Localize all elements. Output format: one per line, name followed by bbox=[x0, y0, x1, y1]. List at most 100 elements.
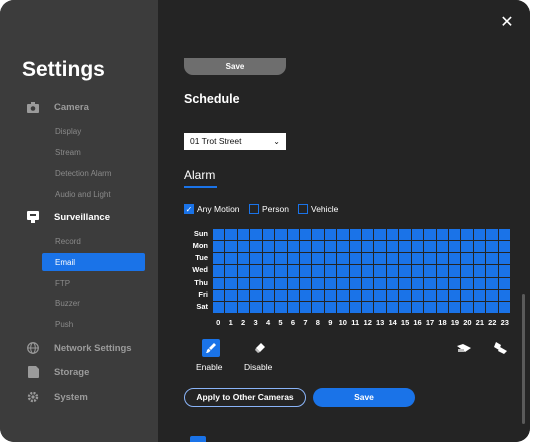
schedule-cell[interactable] bbox=[436, 277, 448, 289]
schedule-cell[interactable] bbox=[362, 277, 374, 289]
schedule-cell[interactable] bbox=[250, 301, 262, 313]
schedule-cell[interactable] bbox=[374, 265, 386, 277]
schedule-cell[interactable] bbox=[237, 277, 250, 289]
schedule-cell[interactable] bbox=[424, 253, 436, 265]
schedule-cell[interactable] bbox=[225, 265, 237, 277]
schedule-cell[interactable] bbox=[436, 265, 448, 277]
schedule-cell[interactable] bbox=[399, 301, 411, 313]
schedule-cell[interactable] bbox=[250, 229, 262, 241]
schedule-cell[interactable] bbox=[436, 241, 448, 253]
schedule-cell[interactable] bbox=[287, 253, 299, 265]
schedule-cell[interactable] bbox=[486, 241, 498, 253]
schedule-cell[interactable] bbox=[362, 265, 374, 277]
schedule-cell[interactable] bbox=[448, 241, 461, 253]
schedule-cell[interactable] bbox=[386, 253, 399, 265]
schedule-cell[interactable] bbox=[324, 301, 337, 313]
schedule-cell[interactable] bbox=[498, 301, 510, 313]
schedule-cell[interactable] bbox=[225, 289, 237, 301]
schedule-cell[interactable] bbox=[473, 289, 486, 301]
schedule-cell[interactable] bbox=[461, 229, 473, 241]
schedule-cell[interactable] bbox=[337, 265, 349, 277]
schedule-cell[interactable] bbox=[275, 301, 287, 313]
sidebar-section-surveillance[interactable]: Surveillance bbox=[0, 206, 158, 228]
schedule-cell[interactable] bbox=[424, 277, 436, 289]
schedule-cell[interactable] bbox=[498, 253, 510, 265]
schedule-cell[interactable] bbox=[374, 289, 386, 301]
schedule-cell[interactable] bbox=[386, 301, 399, 313]
schedule-cell[interactable] bbox=[275, 241, 287, 253]
schedule-cell[interactable] bbox=[386, 229, 399, 241]
schedule-cell[interactable] bbox=[337, 301, 349, 313]
schedule-cell[interactable] bbox=[237, 289, 250, 301]
schedule-cell[interactable] bbox=[349, 277, 361, 289]
sidebar-section-network-settings[interactable]: Network Settings bbox=[0, 337, 158, 359]
schedule-cell[interactable] bbox=[237, 241, 250, 253]
schedule-cell[interactable] bbox=[324, 241, 337, 253]
sidebar-section-storage[interactable]: Storage bbox=[0, 361, 158, 383]
schedule-cell[interactable] bbox=[399, 265, 411, 277]
schedule-cell[interactable] bbox=[374, 301, 386, 313]
schedule-cell[interactable] bbox=[436, 229, 448, 241]
schedule-cell[interactable] bbox=[287, 265, 299, 277]
schedule-cell[interactable] bbox=[362, 229, 374, 241]
sidebar-item-ftp[interactable]: FTP bbox=[55, 275, 70, 291]
schedule-cell[interactable] bbox=[448, 289, 461, 301]
sidebar-item-record[interactable]: Record bbox=[55, 233, 81, 249]
sidebar-section-system[interactable]: System bbox=[0, 386, 158, 408]
schedule-cell[interactable] bbox=[225, 229, 237, 241]
schedule-cell[interactable] bbox=[473, 241, 486, 253]
schedule-cell[interactable] bbox=[337, 289, 349, 301]
schedule-cell[interactable] bbox=[424, 265, 436, 277]
schedule-cell[interactable] bbox=[461, 241, 473, 253]
schedule-cell[interactable] bbox=[473, 229, 486, 241]
schedule-cell[interactable] bbox=[275, 229, 287, 241]
schedule-cell[interactable] bbox=[424, 229, 436, 241]
schedule-cell[interactable] bbox=[287, 241, 299, 253]
schedule-cell[interactable] bbox=[262, 253, 275, 265]
schedule-cell[interactable] bbox=[386, 277, 399, 289]
schedule-cell[interactable] bbox=[411, 241, 424, 253]
schedule-cell[interactable] bbox=[262, 301, 275, 313]
schedule-cell[interactable] bbox=[411, 301, 424, 313]
select-all-icon[interactable] bbox=[455, 339, 473, 357]
camera-select[interactable]: 01 Trot Street ⌄ bbox=[184, 133, 286, 150]
schedule-cell[interactable] bbox=[250, 253, 262, 265]
schedule-cell[interactable] bbox=[213, 229, 225, 241]
schedule-cell[interactable] bbox=[374, 253, 386, 265]
scrollbar[interactable] bbox=[522, 294, 525, 424]
schedule-cell[interactable] bbox=[287, 289, 299, 301]
schedule-cell[interactable] bbox=[312, 241, 324, 253]
schedule-cell[interactable] bbox=[213, 253, 225, 265]
schedule-cell[interactable] bbox=[399, 241, 411, 253]
schedule-cell[interactable] bbox=[436, 301, 448, 313]
schedule-cell[interactable] bbox=[486, 253, 498, 265]
schedule-cell[interactable] bbox=[486, 265, 498, 277]
schedule-cell[interactable] bbox=[337, 229, 349, 241]
schedule-cell[interactable] bbox=[275, 253, 287, 265]
schedule-cell[interactable] bbox=[461, 301, 473, 313]
sidebar-item-display[interactable]: Display bbox=[55, 123, 81, 139]
clear-all-icon[interactable] bbox=[491, 339, 509, 357]
sidebar-item-stream[interactable]: Stream bbox=[55, 144, 81, 160]
schedule-cell[interactable] bbox=[213, 277, 225, 289]
apply-to-other-cameras-button[interactable]: Apply to Other Cameras bbox=[184, 388, 306, 407]
schedule-cell[interactable] bbox=[486, 289, 498, 301]
schedule-cell[interactable] bbox=[498, 265, 510, 277]
schedule-cell[interactable] bbox=[473, 277, 486, 289]
schedule-cell[interactable] bbox=[498, 289, 510, 301]
schedule-cell[interactable] bbox=[386, 265, 399, 277]
schedule-cell[interactable] bbox=[299, 229, 312, 241]
checkbox-vehicle[interactable]: Vehicle bbox=[298, 203, 338, 215]
schedule-cell[interactable] bbox=[262, 277, 275, 289]
schedule-cell[interactable] bbox=[337, 241, 349, 253]
sidebar-item-buzzer[interactable]: Buzzer bbox=[55, 295, 80, 311]
schedule-cell[interactable] bbox=[498, 241, 510, 253]
checkbox-person[interactable]: Person bbox=[249, 203, 289, 215]
schedule-cell[interactable] bbox=[275, 289, 287, 301]
schedule-cell[interactable] bbox=[399, 277, 411, 289]
sidebar-item-push[interactable]: Push bbox=[55, 316, 73, 332]
schedule-cell[interactable] bbox=[312, 265, 324, 277]
schedule-cell[interactable] bbox=[386, 289, 399, 301]
schedule-cell[interactable] bbox=[349, 265, 361, 277]
schedule-cell[interactable] bbox=[486, 277, 498, 289]
